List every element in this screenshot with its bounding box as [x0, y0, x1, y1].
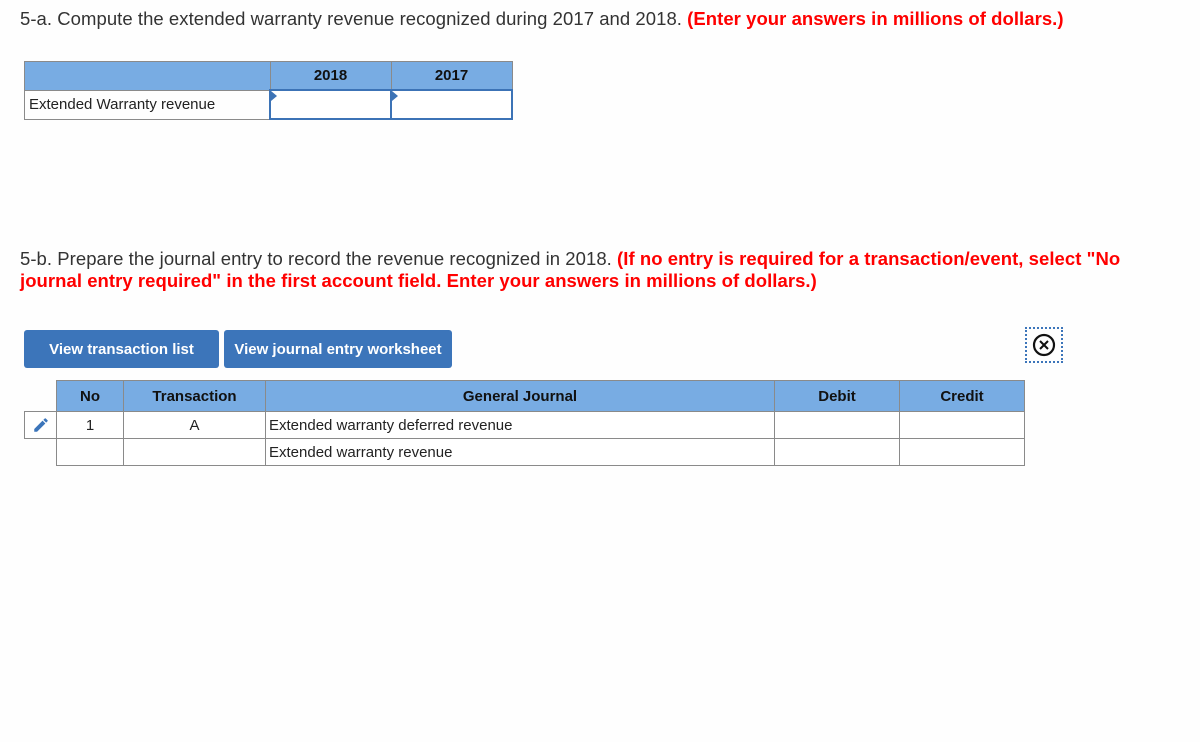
entry-transaction: A	[123, 411, 266, 439]
header-2018: 2018	[269, 61, 392, 91]
revenue-2017-input[interactable]	[392, 91, 511, 118]
header-no: No	[56, 380, 124, 412]
entry-account: Extended warranty revenue	[265, 438, 775, 466]
header-general-journal: General Journal	[265, 380, 775, 412]
edit-cell-empty	[25, 439, 57, 466]
view-journal-entry-worksheet-button[interactable]: View journal entry worksheet	[224, 330, 452, 368]
journal-entry-table: No Transaction General Journal Debit Cre…	[24, 380, 1025, 466]
row-label: Extended Warranty revenue	[24, 89, 271, 120]
close-button[interactable]	[1025, 327, 1063, 363]
entry-debit	[774, 411, 900, 439]
view-transaction-list-button[interactable]: View transaction list	[24, 330, 219, 368]
entry-account: Extended warranty deferred revenue	[265, 411, 775, 439]
question-5a: 5-a. Compute the extended warranty reven…	[20, 8, 1190, 30]
flag-icon	[392, 91, 398, 101]
entry-no	[56, 438, 124, 466]
journal-row: 1 A Extended warranty deferred revenue	[24, 411, 1025, 439]
entry-transaction	[123, 438, 266, 466]
table-header-row: 2018 2017	[24, 61, 513, 91]
pencil-icon[interactable]	[25, 412, 56, 438]
table-row: Extended Warranty revenue	[24, 89, 513, 120]
revenue-2018-input[interactable]	[271, 91, 390, 118]
entry-debit	[774, 438, 900, 466]
header-edit-spacer	[25, 381, 57, 412]
header-credit: Credit	[899, 380, 1025, 412]
journal-header-row: No Transaction General Journal Debit Cre…	[25, 380, 1025, 412]
close-circle-icon	[1032, 333, 1056, 357]
entry-credit	[899, 411, 1025, 439]
warranty-revenue-table: 2018 2017 Extended Warranty revenue	[24, 61, 513, 120]
entry-no: 1	[56, 411, 124, 439]
question-5b: 5-b. Prepare the journal entry to record…	[20, 248, 1180, 292]
journal-row: Extended warranty revenue	[25, 438, 1025, 466]
input-cell-2018[interactable]	[269, 89, 392, 120]
edit-cell[interactable]	[24, 411, 57, 439]
question-5a-instruction: (Enter your answers in millions of dolla…	[687, 8, 1064, 29]
header-transaction: Transaction	[123, 380, 266, 412]
question-5b-text: 5-b. Prepare the journal entry to record…	[20, 248, 618, 269]
header-debit: Debit	[774, 380, 900, 412]
header-empty	[24, 61, 271, 91]
input-cell-2017[interactable]	[390, 89, 513, 120]
entry-credit	[899, 438, 1025, 466]
flag-icon	[271, 91, 277, 101]
question-5a-text: 5-a. Compute the extended warranty reven…	[20, 8, 688, 29]
header-2017: 2017	[390, 61, 513, 91]
